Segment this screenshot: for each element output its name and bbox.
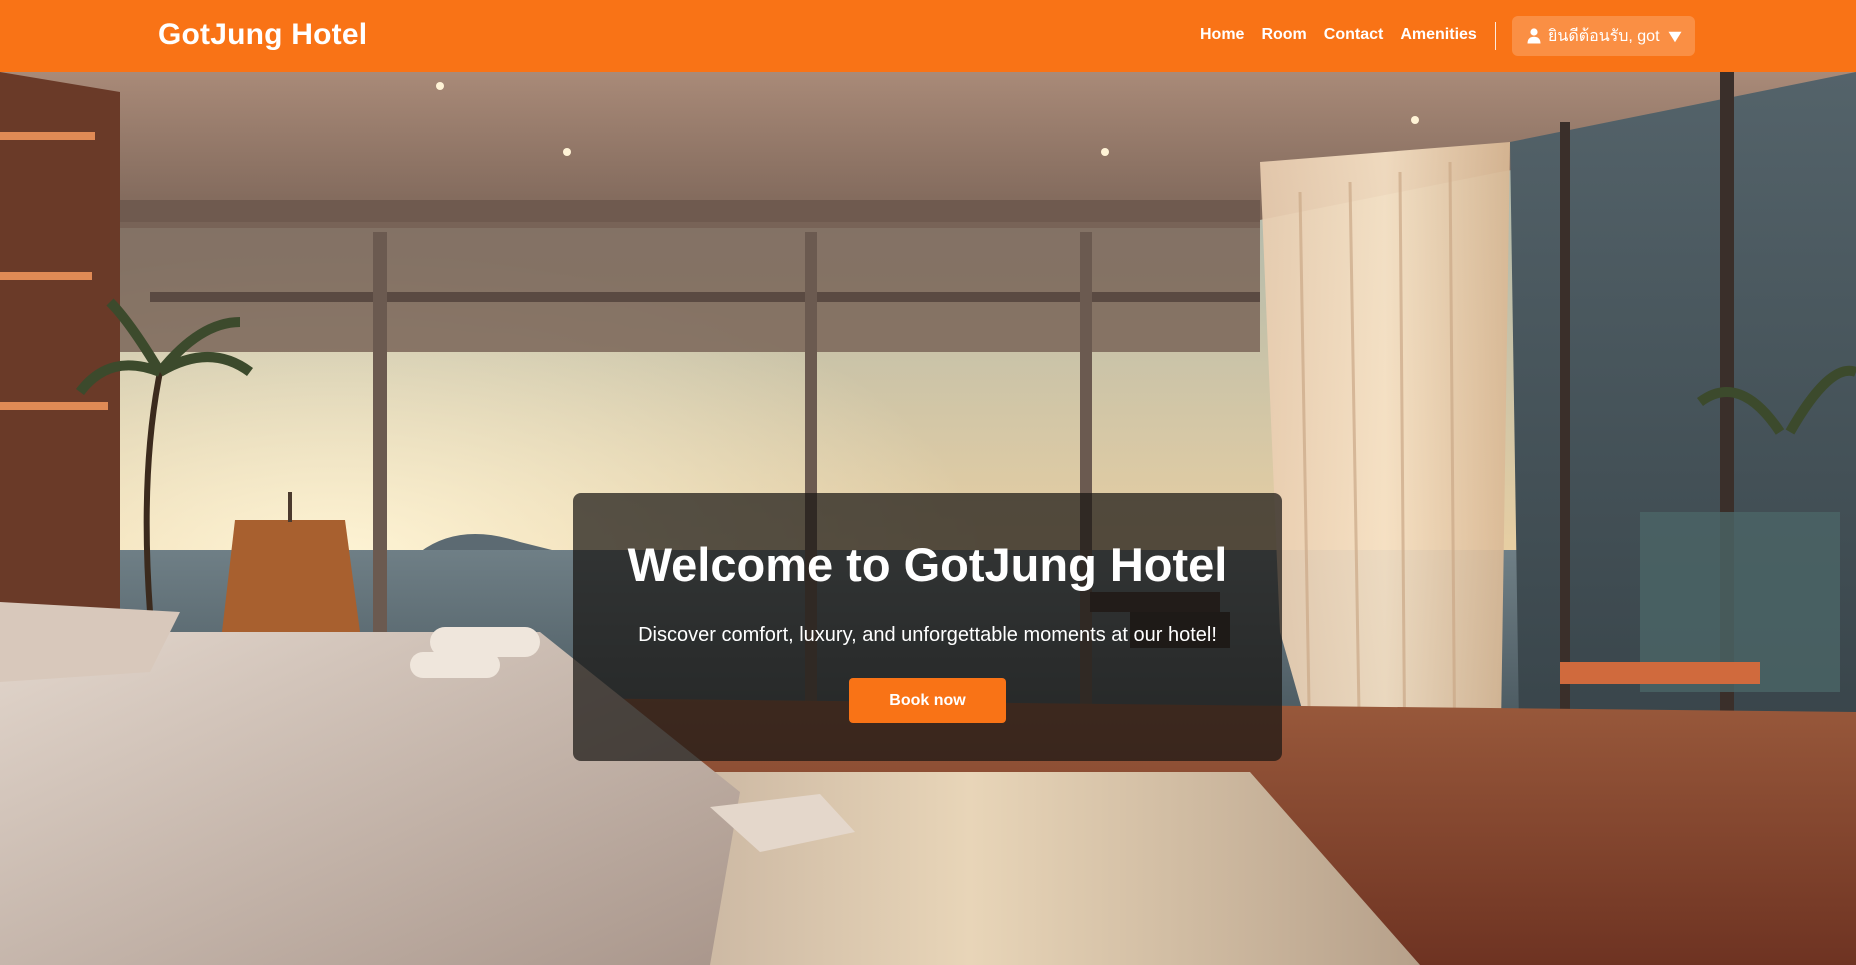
nav-divider — [1495, 22, 1496, 50]
caret-down-icon — [1668, 30, 1682, 43]
hero-subtitle: Discover comfort, luxury, and unforgetta… — [638, 624, 1217, 646]
nav-link-contact[interactable]: Contact — [1324, 26, 1384, 44]
hero-section: Welcome to GotJung Hotel Discover comfor… — [0, 72, 1856, 965]
nav-link-room[interactable]: Room — [1261, 26, 1306, 44]
user-icon — [1527, 28, 1541, 44]
hero-card: Welcome to GotJung Hotel Discover comfor… — [573, 493, 1282, 761]
brand-logo[interactable]: GotJung Hotel — [158, 18, 367, 52]
nav-links: Home Room Contact Amenities — [1200, 26, 1477, 44]
hero-title: Welcome to GotJung Hotel — [627, 538, 1228, 591]
book-now-button[interactable]: Book now — [849, 678, 1006, 723]
nav-link-home[interactable]: Home — [1200, 26, 1244, 44]
nav-link-amenities[interactable]: Amenities — [1400, 26, 1476, 44]
navbar: GotJung Hotel Home Room Contact Amenitie… — [0, 0, 1856, 72]
user-greeting: ยินดีต้อนรับ, got — [1548, 27, 1660, 45]
page: GotJung Hotel Home Room Contact Amenitie… — [0, 0, 1856, 965]
user-menu-dropdown[interactable]: ยินดีต้อนรับ, got — [1512, 16, 1695, 56]
